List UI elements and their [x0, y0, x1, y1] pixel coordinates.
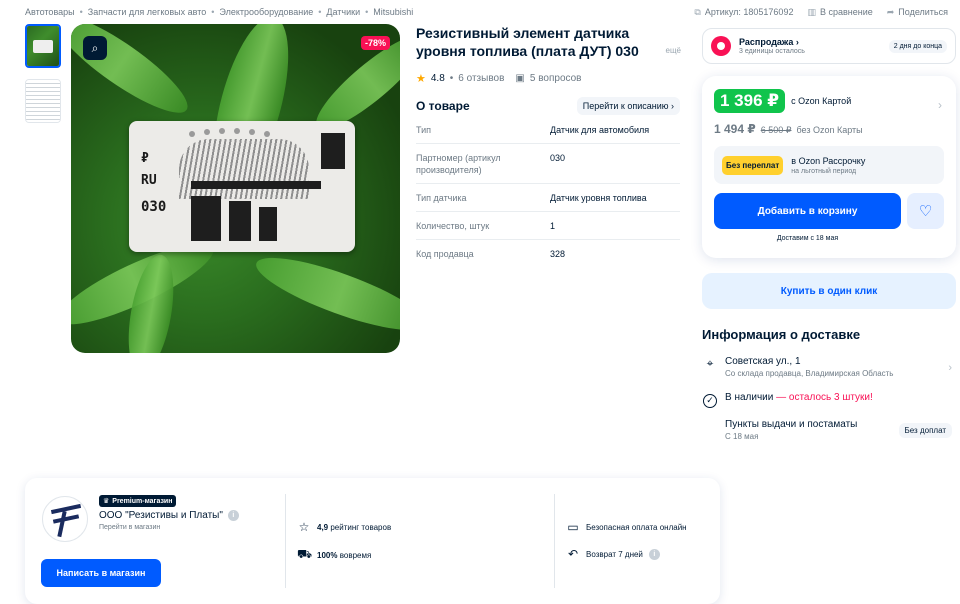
questions-link[interactable]: 5 вопросов	[530, 73, 582, 84]
sale-banner[interactable]: Распродажа › 3 единицы осталось 2 дня до…	[702, 28, 956, 64]
rating-value: 4.8	[430, 73, 445, 84]
delivery-date: Доставим с 18 мая	[776, 235, 839, 242]
sale-countdown: 2 дня до конца	[888, 39, 947, 53]
crown-icon: ♛	[103, 498, 110, 505]
info-icon[interactable]: i	[227, 510, 239, 521]
shop-card: ♛ Premium-магазин ООО "Резистивы и Платы"…	[25, 478, 720, 604]
reviews-link[interactable]: 6 отзывов	[458, 73, 504, 84]
compare-icon: ▥	[807, 6, 816, 17]
chevron-right-icon: ›	[948, 362, 952, 374]
article-copy[interactable]: ⧉ Артикул: 1805176092	[694, 7, 793, 18]
breadcrumb-item[interactable]: Электрооборудование	[219, 7, 313, 17]
share-icon: ➦	[886, 6, 895, 17]
installment-offer[interactable]: Без переплат в Ozon Рассрочку на льготны…	[714, 146, 944, 184]
spec-row: Тип Датчик для автомобиля	[416, 116, 680, 144]
breadcrumb-item[interactable]: Датчики	[326, 7, 360, 17]
sensor-board: ₽ RU 030	[129, 121, 355, 252]
go-to-shop-link[interactable]: Перейти в магазин	[99, 524, 160, 531]
regular-price: 1 494 ₽ 6 500 ₽ без Ozon Карты	[714, 122, 863, 136]
breadcrumb: Автотовары • Запчасти для легковых авто • …	[25, 7, 414, 17]
shop-name[interactable]: ООО "Резистивы и Платы" i	[99, 510, 239, 521]
location-pin-icon: ⌖	[706, 356, 714, 370]
shop-rating: ☆ 4,9 рейтинг товаров	[298, 520, 392, 534]
top-bar: Автотовары • Запчасти для легковых авто • …	[25, 5, 948, 19]
gallery-thumbnail[interactable]	[25, 79, 61, 123]
product-title: Резистивный элемент датчика уровня топли…	[416, 25, 681, 60]
no-extra-fee-badge: Без доплат	[898, 423, 952, 438]
compare-button[interactable]: ▥ В сравнение	[807, 7, 872, 18]
stock-status: ✓ В наличии — осталось 3 штуки!	[702, 392, 952, 408]
price-card: 1 396 ₽ с Ozon Картой › 1 494 ₽ 6 500 ₽ …	[702, 76, 956, 258]
zoom-icon[interactable]: ⌕	[83, 36, 107, 60]
premium-badge: ♛ Premium-магазин	[99, 495, 177, 507]
title-more-link[interactable]: ещё	[659, 42, 681, 60]
delivery-heading: Информация о доставке	[702, 327, 861, 342]
truck-icon: ⛟	[297, 547, 313, 561]
spec-row: Количество, штук 1	[416, 212, 680, 240]
rating-row: ★ 4.8 • 6 отзывов ▣ 5 вопросов	[416, 73, 582, 85]
spec-row: Код продавца 328	[416, 249, 566, 259]
product-photo[interactable]: ₽ RU 030 ⌕ -78%	[71, 24, 400, 353]
sale-icon	[711, 36, 731, 56]
shop-logo[interactable]	[42, 496, 88, 542]
copy-icon: ⧉	[694, 6, 701, 17]
discount-badge: -78%	[360, 36, 390, 50]
about-heading: О товаре	[416, 99, 470, 113]
check-circle-icon: ✓	[703, 393, 717, 408]
spec-row: Партномер (артикул производителя) 030	[416, 144, 680, 184]
spec-row: Тип датчика Датчик уровня топлива	[416, 184, 680, 212]
gallery-thumbnail[interactable]	[25, 24, 61, 68]
breadcrumb-item[interactable]: Автотовары	[25, 7, 75, 17]
message-shop-button[interactable]: Написать в магазин	[41, 559, 161, 587]
return-arrow-icon: ↶	[567, 547, 579, 561]
delivery-address[interactable]: ⌖ Советская ул., 1 Со склада продавца, В…	[702, 356, 952, 378]
chevron-right-icon[interactable]: ›	[938, 98, 942, 112]
specs-table: Тип Датчик для автомобиля Партномер (арти…	[416, 116, 680, 267]
pickup-points[interactable]: Пункты выдачи и постаматы С 18 мая Без д…	[702, 419, 952, 441]
top-actions: ⧉ Артикул: 1805176092 ▥ В сравнение ➦ Подел…	[694, 7, 948, 18]
breadcrumb-item[interactable]: Запчасти для легковых авто	[88, 7, 207, 17]
buy-one-click-button[interactable]: Купить в один клик	[702, 273, 956, 309]
info-icon[interactable]: i	[648, 548, 660, 560]
share-button[interactable]: ➦ Поделиться	[887, 7, 948, 18]
ozon-card-price[interactable]: 1 396 ₽ с Ozon Картой	[714, 89, 851, 113]
about-header: О товаре Перейти к описанию ›	[416, 97, 680, 115]
add-to-cart-button[interactable]: Добавить в корзину	[714, 193, 901, 229]
card-icon: ▭	[567, 520, 579, 534]
favorite-heart-icon[interactable]: ♡	[907, 193, 944, 229]
divider	[285, 494, 286, 588]
questions-icon: ▣	[515, 73, 525, 84]
shop-ontime: ⛟ 100% вовремя	[297, 547, 372, 561]
breadcrumb-item[interactable]: Mitsubishi	[373, 7, 413, 17]
secure-payment: ▭ Безопасная оплата онлайн	[567, 520, 687, 534]
return-policy: ↶ Возврат 7 дней i	[566, 547, 660, 561]
star-icon: ★	[416, 73, 426, 85]
star-outline-icon: ☆	[298, 520, 310, 534]
divider	[554, 494, 555, 588]
goto-description-button[interactable]: Перейти к описанию ›	[576, 97, 680, 115]
